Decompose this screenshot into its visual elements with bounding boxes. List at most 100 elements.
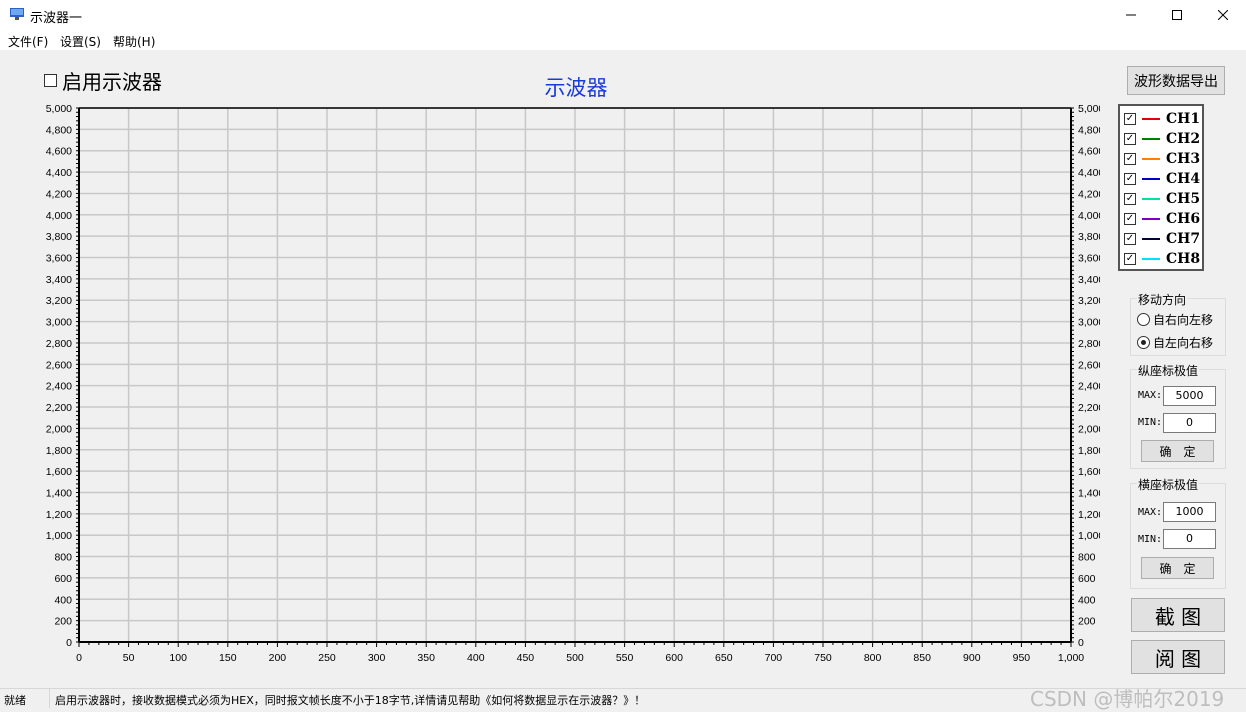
y-tick-label-left: 200 xyxy=(54,616,72,628)
y-tick-label-left: 4,200 xyxy=(46,188,72,200)
legend-checkbox[interactable]: ✓ xyxy=(1124,113,1136,125)
x-tick-label: 200 xyxy=(269,652,287,664)
legend-item-ch2[interactable]: ✓ CH2 xyxy=(1124,129,1200,149)
close-button[interactable] xyxy=(1200,0,1246,30)
legend-line-swatch xyxy=(1142,258,1160,260)
x-tick-label: 0 xyxy=(76,652,82,664)
radio-left-to-right-button[interactable] xyxy=(1137,336,1150,349)
radio-right-to-left-button[interactable] xyxy=(1137,313,1150,326)
y-tick-label-left: 3,600 xyxy=(46,253,72,265)
maximize-icon xyxy=(1172,10,1182,20)
legend-label: CH7 xyxy=(1166,231,1201,247)
y-tick-label-right: 4,400 xyxy=(1078,167,1100,179)
y-range-group: 纵座标极值 MAX: 5000 MIN: 0 确 定 xyxy=(1130,362,1226,469)
y-tick-label-right: 200 xyxy=(1078,616,1096,628)
y-tick-label-left: 3,200 xyxy=(46,295,72,307)
radio-right-to-left-label: 自右向左移 xyxy=(1153,313,1214,327)
x-tick-label: 800 xyxy=(864,652,882,664)
y-tick-label-right: 1,400 xyxy=(1078,487,1100,499)
y-tick-label-right: 2,400 xyxy=(1078,381,1100,393)
legend-checkbox[interactable]: ✓ xyxy=(1124,193,1136,205)
channel-legend: ✓ CH1 ✓ CH2 ✓ CH3 ✓ CH4 ✓ CH5 ✓ CH6 ✓ CH7 ✓ CH8 xyxy=(1118,104,1204,271)
legend-checkbox[interactable]: ✓ xyxy=(1124,213,1136,225)
y-tick-label-right: 2,200 xyxy=(1078,402,1100,414)
status-ready: 就绪 xyxy=(4,694,26,707)
x-min-label: MIN: xyxy=(1138,534,1163,545)
legend-line-swatch xyxy=(1142,118,1160,120)
move-direction-title: 移动方向 xyxy=(1137,291,1188,308)
x-range-group: 横座标极值 MAX: 1000 MIN: 0 确 定 xyxy=(1130,476,1226,589)
legend-item-ch1[interactable]: ✓ CH1 xyxy=(1124,109,1200,129)
legend-checkbox[interactable]: ✓ xyxy=(1124,233,1136,245)
x-range-ok-button[interactable]: 确 定 xyxy=(1141,557,1214,579)
x-min-input[interactable]: 0 xyxy=(1163,529,1216,549)
x-max-input[interactable]: 1000 xyxy=(1163,502,1216,522)
legend-item-ch4[interactable]: ✓ CH4 xyxy=(1124,169,1200,189)
y-tick-label-left: 1,000 xyxy=(46,530,72,542)
y-tick-label-right: 2,800 xyxy=(1078,338,1100,350)
move-direction-group: 移动方向 自右向左移 自左向右移 xyxy=(1130,291,1226,356)
x-tick-label: 450 xyxy=(517,652,535,664)
y-tick-label-left: 0 xyxy=(66,637,72,649)
y-tick-label-right: 4,200 xyxy=(1078,188,1100,200)
y-tick-label-right: 1,600 xyxy=(1078,466,1100,478)
legend-line-swatch xyxy=(1142,238,1160,240)
y-min-input[interactable]: 0 xyxy=(1163,413,1216,433)
y-tick-label-left: 400 xyxy=(54,594,72,606)
x-max-label: MAX: xyxy=(1138,507,1163,518)
legend-line-swatch xyxy=(1142,198,1160,200)
legend-item-ch6[interactable]: ✓ CH6 xyxy=(1124,209,1200,229)
radio-right-to-left[interactable]: 自右向左移 xyxy=(1137,311,1213,328)
legend-item-ch3[interactable]: ✓ CH3 xyxy=(1124,149,1200,169)
y-tick-label-left: 2,600 xyxy=(46,359,72,371)
y-tick-label-left: 600 xyxy=(54,573,72,585)
y-tick-label-right: 0 xyxy=(1078,637,1084,649)
legend-item-ch5[interactable]: ✓ CH5 xyxy=(1124,189,1200,209)
y-max-input[interactable]: 5000 xyxy=(1163,386,1216,406)
x-tick-label: 350 xyxy=(417,652,435,664)
radio-left-to-right[interactable]: 自左向右移 xyxy=(1137,334,1213,351)
y-tick-label-left: 3,800 xyxy=(46,231,72,243)
y-tick-label-left: 4,400 xyxy=(46,167,72,179)
legend-checkbox[interactable]: ✓ xyxy=(1124,153,1136,165)
y-range-ok-button[interactable]: 确 定 xyxy=(1141,440,1214,462)
status-bar: 就绪 启用示波器时，接收数据模式必须为HEX，同时报文帧长度不小于18字节,详情… xyxy=(0,687,1246,711)
legend-checkbox[interactable]: ✓ xyxy=(1124,133,1136,145)
radio-left-to-right-label: 自左向右移 xyxy=(1153,336,1214,350)
y-tick-label-right: 1,000 xyxy=(1078,530,1100,542)
view-screenshot-button[interactable]: 阅 图 xyxy=(1131,640,1225,674)
y-tick-label-left: 2,200 xyxy=(46,402,72,414)
legend-item-ch7[interactable]: ✓ CH7 xyxy=(1124,229,1200,249)
x-tick-label: 750 xyxy=(814,652,832,664)
y-tick-label-right: 600 xyxy=(1078,573,1096,585)
legend-line-swatch xyxy=(1142,158,1160,160)
x-range-title: 横座标极值 xyxy=(1137,476,1200,493)
x-tick-label: 650 xyxy=(715,652,733,664)
legend-checkbox[interactable]: ✓ xyxy=(1124,173,1136,185)
export-waveform-button[interactable]: 波形数据导出 xyxy=(1127,66,1225,95)
y-tick-label-left: 3,400 xyxy=(46,274,72,286)
x-tick-label: 600 xyxy=(665,652,683,664)
legend-label: CH6 xyxy=(1166,211,1201,227)
y-max-label: MAX: xyxy=(1138,390,1163,401)
y-tick-label-right: 1,200 xyxy=(1078,509,1100,521)
y-tick-label-right: 3,800 xyxy=(1078,231,1100,243)
y-tick-label-right: 1,800 xyxy=(1078,445,1100,457)
x-tick-label: 550 xyxy=(616,652,634,664)
screenshot-button[interactable]: 截 图 xyxy=(1131,598,1225,632)
y-tick-label-right: 800 xyxy=(1078,552,1096,564)
maximize-button[interactable] xyxy=(1154,0,1200,30)
legend-label: CH5 xyxy=(1166,191,1201,207)
y-tick-label-left: 2,000 xyxy=(46,423,72,435)
y-tick-label-left: 4,800 xyxy=(46,124,72,136)
y-tick-label-right: 2,000 xyxy=(1078,423,1100,435)
legend-label: CH3 xyxy=(1166,151,1201,167)
y-tick-label-left: 1,600 xyxy=(46,466,72,478)
legend-line-swatch xyxy=(1142,178,1160,180)
legend-checkbox[interactable]: ✓ xyxy=(1124,253,1136,265)
x-tick-label: 100 xyxy=(169,652,187,664)
legend-line-swatch xyxy=(1142,218,1160,220)
minimize-button[interactable] xyxy=(1108,0,1154,30)
legend-item-ch8[interactable]: ✓ CH8 xyxy=(1124,249,1200,269)
oscilloscope-chart: 0 50 100 150 200 250 300 350 400 450 500 550 600 650 7… xyxy=(46,103,1100,664)
